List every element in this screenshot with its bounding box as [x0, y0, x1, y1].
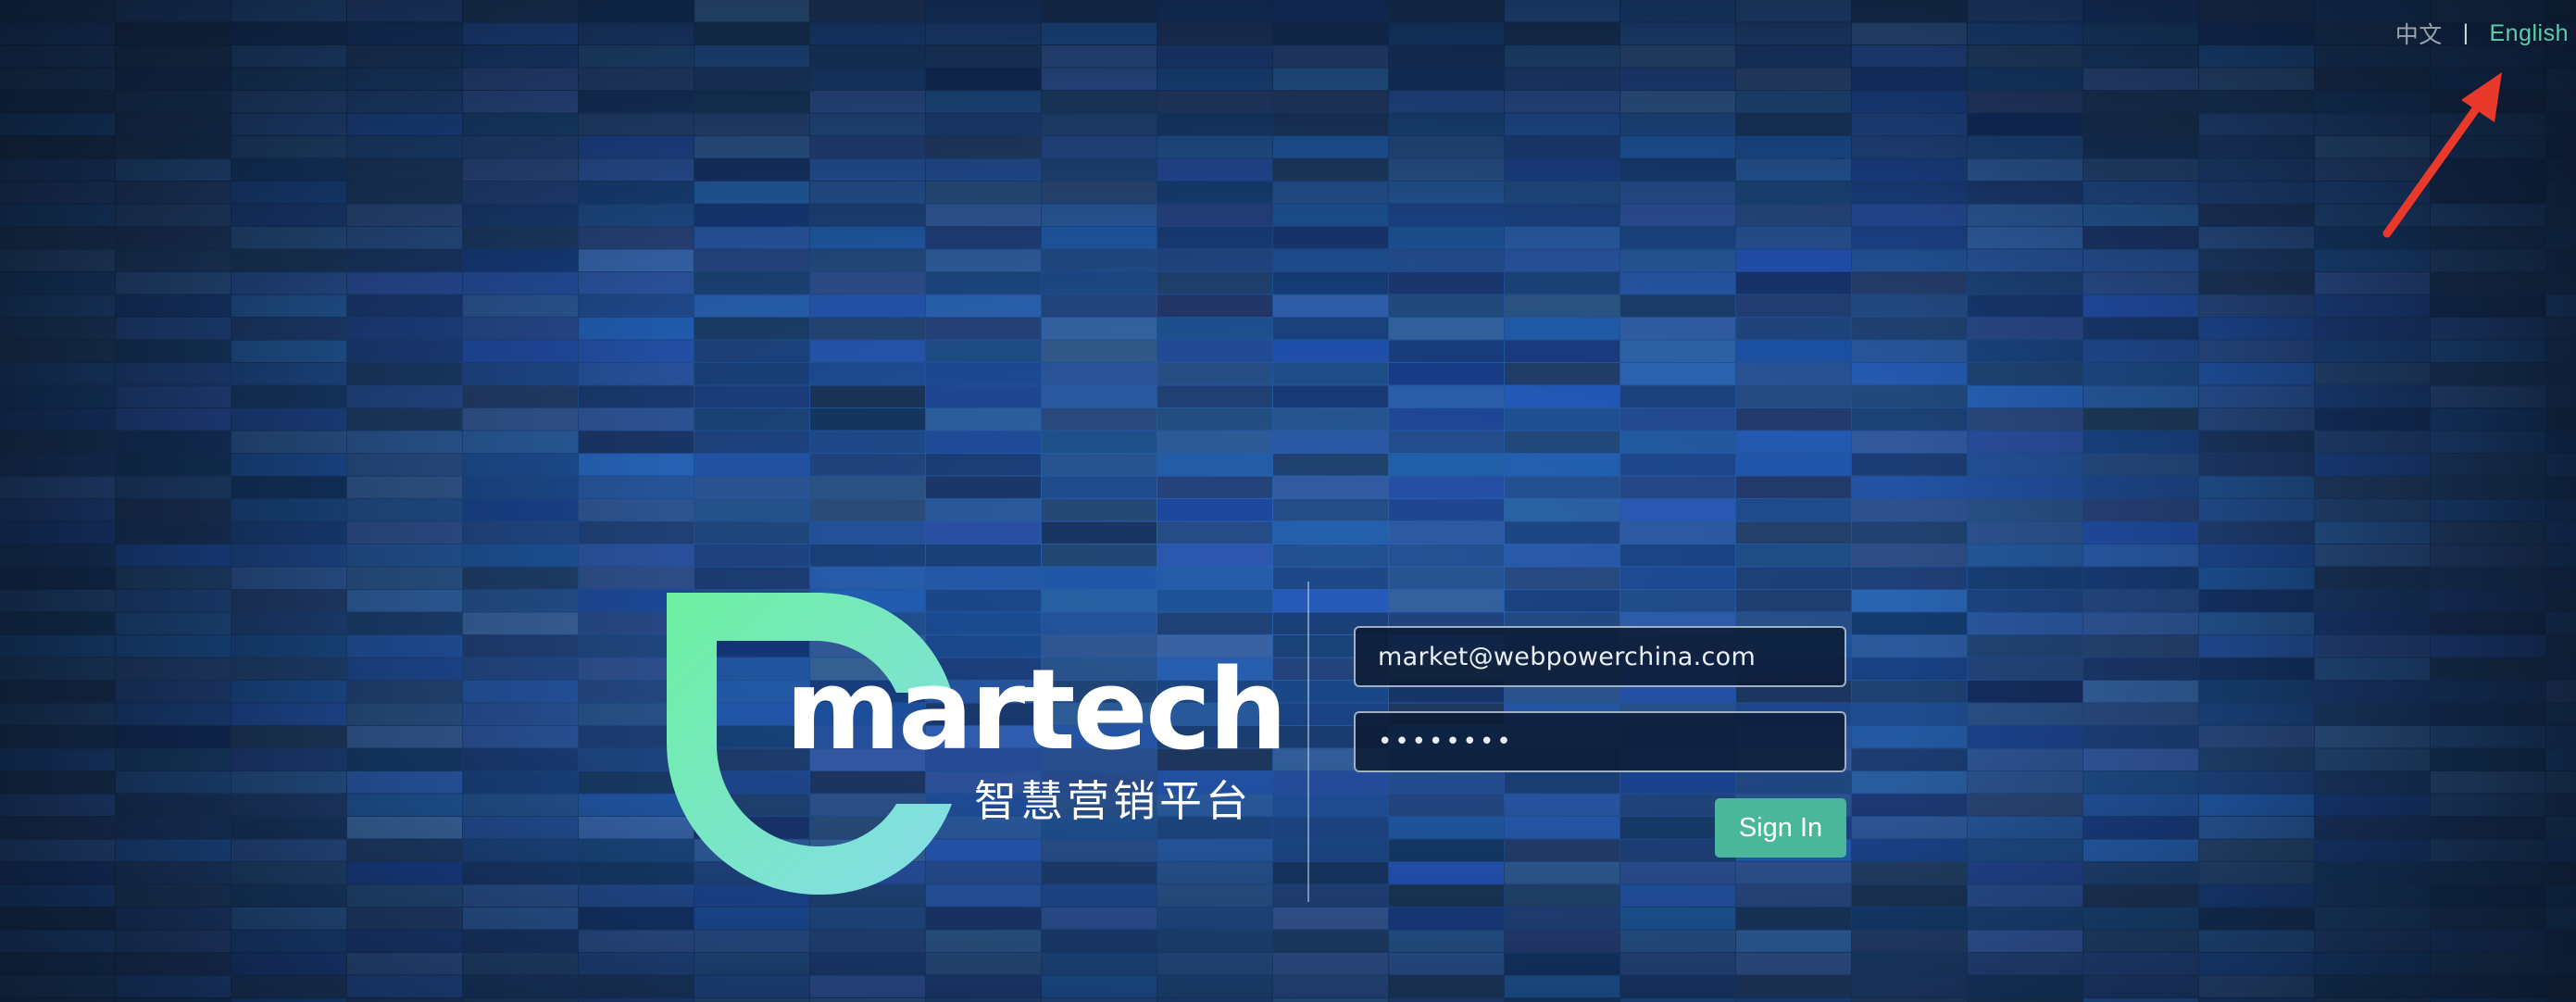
logo-wordmark: martech — [785, 646, 1288, 775]
language-chinese-link[interactable]: 中文 — [2395, 17, 2443, 50]
language-english-link[interactable]: English — [2490, 20, 2570, 47]
email-field[interactable] — [1354, 626, 1846, 687]
vertical-divider — [1307, 582, 1309, 902]
pixel-mosaic-background — [0, 0, 2576, 1002]
language-separator: | — [2462, 20, 2470, 45]
logo-tagline: 智慧营销平台 — [974, 776, 1252, 826]
language-switch: 中文 | English — [2395, 17, 2569, 50]
red-arrow-annotation — [2382, 72, 2502, 238]
login-page-background: 中文 | English martech 智慧营销平台 Sign In — [0, 0, 2576, 1002]
password-field[interactable] — [1354, 711, 1846, 772]
sign-in-button[interactable]: Sign In — [1715, 798, 1846, 858]
